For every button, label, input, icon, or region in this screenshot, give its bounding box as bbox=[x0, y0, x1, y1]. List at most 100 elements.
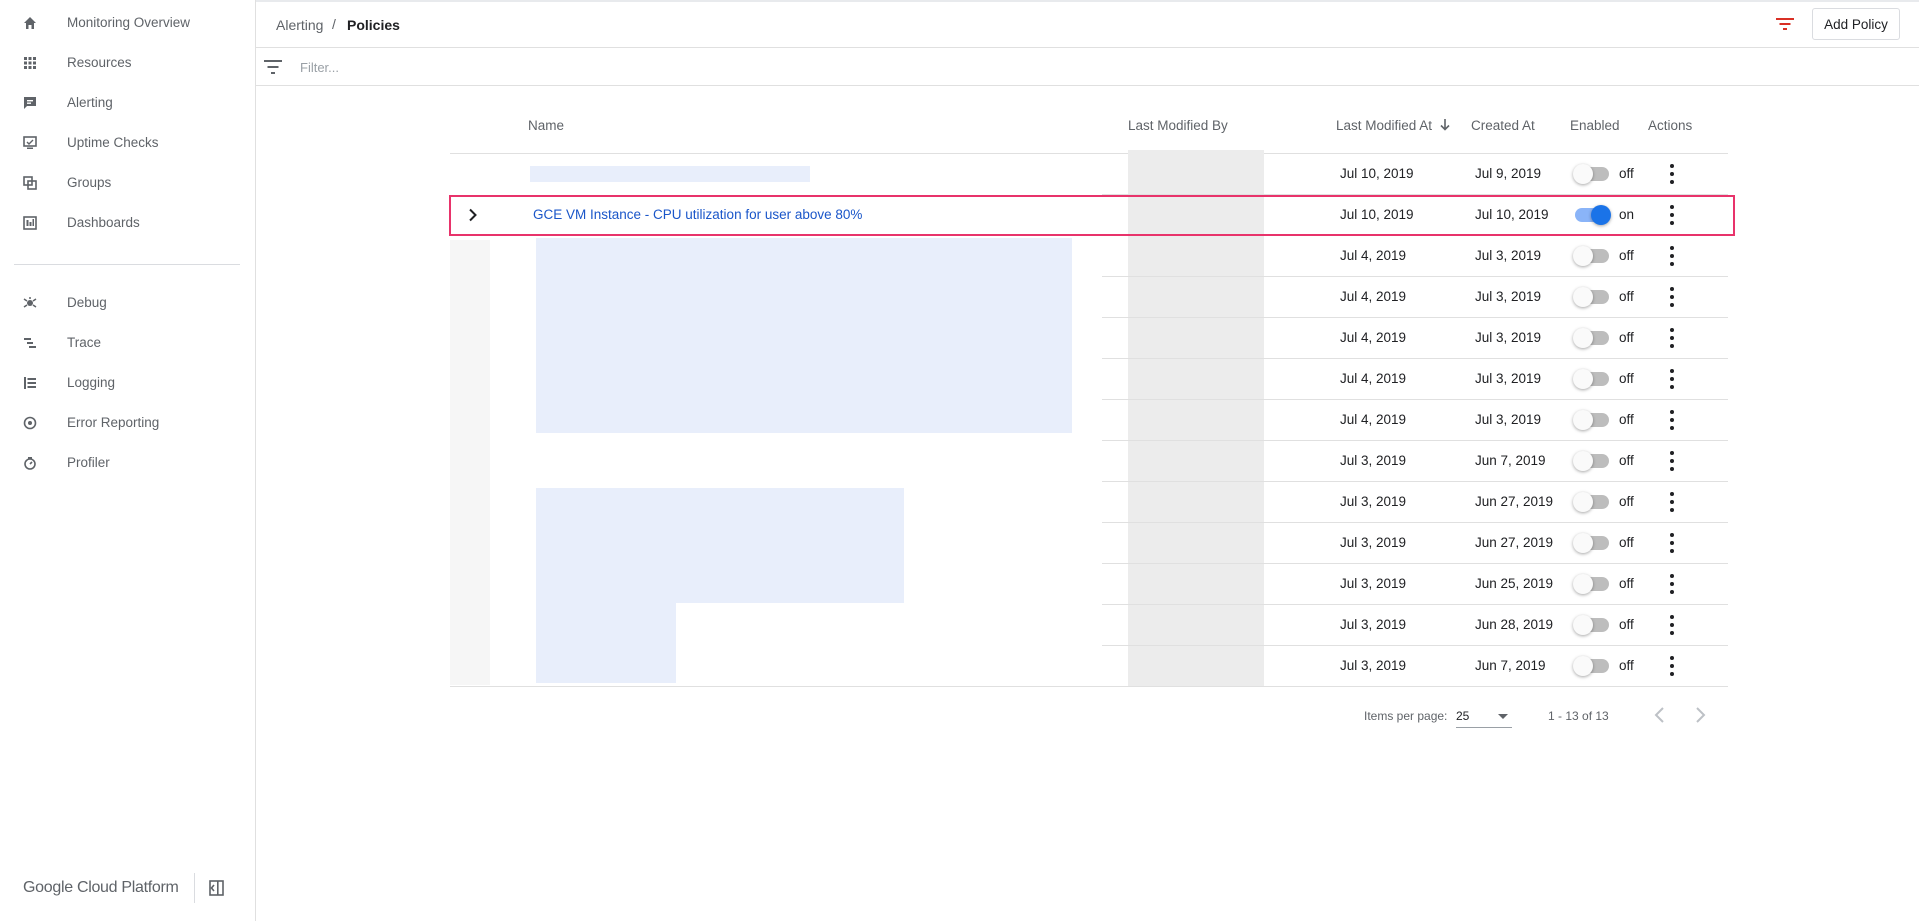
filter-input[interactable] bbox=[298, 56, 902, 78]
sidebar-item-label: Dashboards bbox=[67, 215, 140, 230]
sidebar-item-groups[interactable]: Groups bbox=[0, 163, 255, 203]
enabled-toggle[interactable] bbox=[1573, 246, 1609, 266]
enabled-toggle[interactable] bbox=[1573, 533, 1609, 553]
page-header: Alerting / Policies Add Policy bbox=[256, 2, 1919, 48]
enabled-toggle[interactable] bbox=[1573, 574, 1609, 594]
table-row[interactable]: Jul 3, 2019 Jun 27, 2019 off bbox=[450, 523, 1728, 564]
breadcrumb-alerting[interactable]: Alerting bbox=[276, 17, 323, 33]
sidebar-item-alerting[interactable]: Alerting bbox=[0, 83, 255, 123]
last-modified-at-cell: Jul 3, 2019 bbox=[1340, 535, 1407, 550]
last-modified-at-cell: Jul 3, 2019 bbox=[1340, 453, 1407, 468]
column-header-label: Last Modified At bbox=[1336, 118, 1433, 133]
created-at-cell: Jun 7, 2019 bbox=[1475, 453, 1546, 468]
enabled-toggle[interactable] bbox=[1575, 205, 1611, 225]
sidebar-item-dashboards[interactable]: Dashboards bbox=[0, 203, 255, 243]
items-per-page-label: Items per page: bbox=[1364, 709, 1448, 723]
error-reporting-icon bbox=[23, 416, 37, 430]
more-actions-icon[interactable] bbox=[1670, 369, 1674, 389]
enabled-label: off bbox=[1619, 658, 1634, 673]
table-row[interactable]: Jul 4, 2019 Jul 3, 2019 off bbox=[450, 277, 1728, 318]
debug-icon bbox=[23, 297, 37, 308]
pagination-range: 1 - 13 of 13 bbox=[1548, 709, 1609, 723]
column-header-name[interactable]: Name bbox=[528, 118, 564, 133]
enabled-toggle[interactable] bbox=[1573, 492, 1609, 512]
sidebar-item-error-reporting[interactable]: Error Reporting bbox=[0, 403, 255, 443]
sidebar-divider bbox=[14, 264, 240, 265]
sidebar-item-label: Monitoring Overview bbox=[67, 15, 191, 30]
sidebar-item-logging[interactable]: Logging bbox=[0, 363, 255, 403]
sidebar-item-debug[interactable]: Debug bbox=[0, 283, 255, 323]
sidebar-item-label: Uptime Checks bbox=[67, 135, 159, 150]
column-header-created-at[interactable]: Created At bbox=[1471, 118, 1535, 133]
more-actions-icon[interactable] bbox=[1670, 615, 1674, 635]
sidebar: Monitoring Overview Resources Alerting U… bbox=[0, 0, 256, 921]
more-actions-icon[interactable] bbox=[1670, 410, 1674, 430]
column-header-actions: Actions bbox=[1648, 118, 1693, 133]
created-at-cell: Jun 27, 2019 bbox=[1475, 535, 1554, 550]
enabled-toggle[interactable] bbox=[1573, 369, 1609, 389]
last-modified-at-cell: Jul 4, 2019 bbox=[1340, 371, 1407, 386]
enabled-toggle[interactable] bbox=[1573, 451, 1609, 471]
policy-name-link[interactable]: GCE VM Instance - CPU utilization for us… bbox=[533, 207, 862, 222]
table-row[interactable]: Jul 3, 2019 Jun 7, 2019 off bbox=[450, 441, 1728, 482]
add-policy-button[interactable]: Add Policy bbox=[1812, 8, 1900, 40]
filter-icon bbox=[264, 60, 282, 74]
table-row[interactable]: Jul 4, 2019 Jul 3, 2019 off bbox=[450, 318, 1728, 359]
sidebar-item-label: Resources bbox=[67, 55, 132, 70]
column-header-last-modified-at[interactable]: Last Modified At bbox=[1336, 118, 1450, 133]
sidebar-item-trace[interactable]: Trace bbox=[0, 323, 255, 363]
table-row-highlighted[interactable]: GCE VM Instance - CPU utilization for us… bbox=[450, 195, 1728, 236]
sidebar-item-monitoring-overview[interactable]: Monitoring Overview bbox=[0, 3, 255, 43]
sidebar-item-label: Alerting bbox=[67, 95, 113, 110]
more-actions-icon[interactable] bbox=[1670, 246, 1674, 266]
enabled-toggle[interactable] bbox=[1573, 328, 1609, 348]
table-row[interactable]: Jul 4, 2019 Jul 3, 2019 off bbox=[450, 236, 1728, 277]
sidebar-item-resources[interactable]: Resources bbox=[0, 43, 255, 83]
breadcrumb-separator: / bbox=[332, 16, 336, 32]
table-row[interactable]: Jul 3, 2019 Jun 27, 2019 off bbox=[450, 482, 1728, 523]
last-modified-at-cell: Jul 10, 2019 bbox=[1340, 166, 1414, 181]
more-actions-icon[interactable] bbox=[1670, 328, 1674, 348]
more-actions-icon[interactable] bbox=[1670, 287, 1674, 307]
more-actions-icon[interactable] bbox=[1670, 574, 1674, 594]
more-actions-icon[interactable] bbox=[1670, 205, 1674, 225]
table-row[interactable]: Jul 4, 2019 Jul 3, 2019 off bbox=[450, 359, 1728, 400]
brand-divider bbox=[194, 873, 195, 903]
sidebar-item-profiler[interactable]: Profiler bbox=[0, 443, 255, 483]
next-page-icon[interactable] bbox=[1692, 706, 1708, 724]
last-modified-at-cell: Jul 3, 2019 bbox=[1340, 617, 1407, 632]
more-actions-icon[interactable] bbox=[1670, 451, 1674, 471]
enabled-label: off bbox=[1619, 535, 1634, 550]
table-row[interactable]: Jul 3, 2019 Jun 7, 2019 off bbox=[450, 646, 1728, 687]
last-modified-at-cell: Jul 4, 2019 bbox=[1340, 330, 1407, 345]
table-row[interactable]: Jul 4, 2019 Jul 3, 2019 off bbox=[450, 400, 1728, 441]
column-header-last-modified-by[interactable]: Last Modified By bbox=[1128, 118, 1228, 133]
items-per-page-select[interactable]: 25 bbox=[1456, 705, 1512, 728]
table-row[interactable]: Jul 10, 2019 Jul 9, 2019 off bbox=[450, 154, 1728, 195]
last-modified-at-cell: Jul 3, 2019 bbox=[1340, 658, 1407, 673]
enabled-toggle[interactable] bbox=[1573, 164, 1609, 184]
enabled-label: off bbox=[1619, 576, 1634, 591]
enabled-toggle[interactable] bbox=[1573, 656, 1609, 676]
filter-list-icon[interactable] bbox=[1776, 16, 1794, 32]
enabled-label: off bbox=[1619, 453, 1634, 468]
enabled-label: off bbox=[1619, 371, 1634, 386]
enabled-toggle[interactable] bbox=[1573, 287, 1609, 307]
enabled-label: off bbox=[1619, 494, 1634, 509]
more-actions-icon[interactable] bbox=[1670, 533, 1674, 553]
more-actions-icon[interactable] bbox=[1670, 656, 1674, 676]
table-row[interactable]: Jul 3, 2019 Jun 28, 2019 off bbox=[450, 605, 1728, 646]
enabled-toggle[interactable] bbox=[1573, 615, 1609, 635]
previous-page-icon[interactable] bbox=[1652, 706, 1668, 724]
monitor-check-icon bbox=[23, 136, 37, 149]
collapse-sidebar-icon[interactable] bbox=[207, 879, 225, 897]
more-actions-icon[interactable] bbox=[1670, 164, 1674, 184]
last-modified-at-cell: Jul 4, 2019 bbox=[1340, 289, 1407, 304]
table-row[interactable]: Jul 3, 2019 Jun 25, 2019 off bbox=[450, 564, 1728, 605]
created-at-cell: Jul 3, 2019 bbox=[1475, 371, 1542, 386]
sidebar-item-uptime-checks[interactable]: Uptime Checks bbox=[0, 123, 255, 163]
enabled-toggle[interactable] bbox=[1573, 410, 1609, 430]
more-actions-icon[interactable] bbox=[1670, 492, 1674, 512]
chevron-right-icon[interactable] bbox=[468, 208, 478, 222]
sidebar-item-label: Error Reporting bbox=[67, 415, 160, 430]
